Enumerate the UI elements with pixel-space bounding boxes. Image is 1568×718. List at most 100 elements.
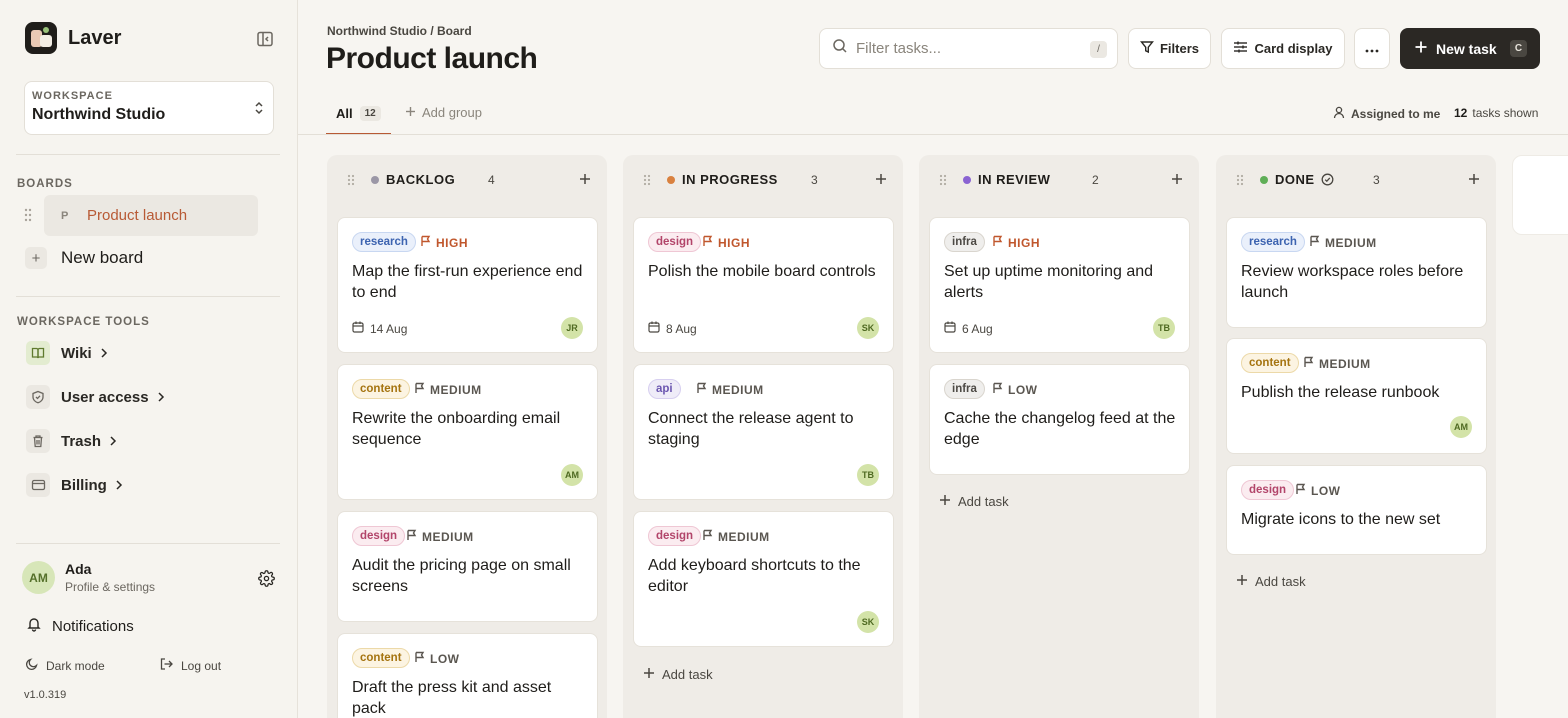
tag-badge[interactable]: content [1241,353,1299,373]
card-title: Migrate icons to the new set [1241,511,1441,528]
sidebar-item-billing[interactable]: Billing [26,473,123,497]
tag-badge[interactable]: content [352,648,410,668]
sidebar-item-product-launch[interactable]: P Product launch [44,195,258,236]
avatar[interactable]: TB [1153,317,1175,339]
tag-badge[interactable]: content [352,379,410,399]
drag-handle-icon[interactable] [643,173,651,191]
task-card[interactable]: api MEDIUM Connect the release agent to … [633,364,894,500]
notifications-label: Notifications [52,617,134,635]
task-card[interactable]: design HIGH Polish the mobile board cont… [633,217,894,353]
flag-icon [1295,483,1306,498]
tab-all[interactable]: All 12 [326,102,391,135]
sidebar-item-trash[interactable]: Trash [26,429,117,453]
filters-button[interactable]: Filters [1128,28,1211,69]
user-name: Ada [65,561,92,577]
avatar[interactable]: TB [857,464,879,486]
breadcrumb[interactable]: Northwind Studio / Board [327,24,472,38]
tag-badge[interactable]: design [1241,480,1295,500]
tag-badge[interactable]: research [1241,232,1305,252]
avatar[interactable]: SK [857,611,879,633]
avatar[interactable]: AM [1450,416,1472,438]
app-name: Laver [68,26,122,49]
assigned-to-me-filter[interactable]: Assigned to me [1333,106,1440,122]
sidebar-divider [16,296,280,297]
tabs-divider [298,134,1568,135]
priority-badge: MEDIUM [696,382,764,397]
chevron-right-icon [100,347,108,359]
dark-mode-toggle[interactable]: Dark mode [25,657,105,674]
search-input[interactable] [856,40,1076,57]
add-card-icon[interactable] [1468,172,1480,190]
task-card[interactable]: research MEDIUM Review workspace roles b… [1226,217,1487,328]
drag-handle-icon[interactable] [1236,173,1244,191]
workspace-switcher[interactable]: WORKSPACE Northwind Studio [24,81,274,135]
task-card[interactable]: infra LOW Cache the changelog feed at th… [929,364,1190,475]
add-task-button[interactable]: Add task [939,494,1009,509]
flag-icon [414,382,425,397]
due-date-label: 14 Aug [370,321,408,336]
user-profile[interactable]: AM Ada Profile & settings [22,561,155,594]
priority-label: LOW [1311,483,1341,498]
priority-label: MEDIUM [718,529,770,544]
plus-icon [1236,574,1248,589]
avatar[interactable]: JR [561,317,583,339]
avatar[interactable]: SK [857,317,879,339]
tag-badge[interactable]: design [352,526,406,546]
task-card[interactable]: infra HIGH Set up uptime monitoring and … [929,217,1190,353]
more-options-button[interactable] [1354,28,1390,69]
sidebar-item-wiki[interactable]: Wiki [26,341,108,365]
workspace-label: WORKSPACE [32,90,113,102]
add-group-button[interactable]: Add group [405,105,482,120]
add-card-icon[interactable] [875,172,887,190]
tag-badge[interactable]: design [648,232,702,252]
tag-badge[interactable]: research [352,232,416,252]
card-display-button[interactable]: Card display [1221,28,1345,69]
collapse-sidebar-icon[interactable] [254,28,276,50]
plus-icon [1414,40,1428,57]
priority-label: MEDIUM [1319,356,1371,371]
priority-badge: MEDIUM [406,529,474,544]
add-card-icon[interactable] [1171,172,1183,190]
notifications-button[interactable]: Notifications [26,616,134,636]
status-dot [667,176,675,184]
add-card-icon[interactable] [579,172,591,190]
task-card[interactable]: content MEDIUM Rewrite the onboarding em… [337,364,598,500]
priority-badge: LOW [414,651,460,666]
tag-badge[interactable]: design [648,526,702,546]
log-out-button[interactable]: Log out [159,657,221,674]
add-task-button[interactable]: Add task [643,667,713,682]
drag-handle-icon[interactable] [939,173,947,191]
task-card[interactable]: design MEDIUM Add keyboard shortcuts to … [633,511,894,647]
task-card[interactable]: design MEDIUM Audit the pricing page on … [337,511,598,622]
priority-label: LOW [430,651,460,666]
new-task-shortcut: C [1510,40,1527,57]
task-card[interactable]: content MEDIUM Publish the release runbo… [1226,338,1487,454]
plus-icon [405,105,416,120]
sidebar: Laver WORKSPACE Northwind Studio BOARDS … [0,0,298,718]
column-in-progress: IN PROGRESS 3 design HIGH Polish the mob… [623,155,903,718]
priority-badge: LOW [992,382,1038,397]
task-card[interactable]: design LOW Migrate icons to the new set [1226,465,1487,555]
sidebar-item-user-access[interactable]: User access [26,385,165,409]
status-dot [371,176,379,184]
drag-handle-icon[interactable] [24,208,32,222]
task-card[interactable]: content LOW Draft the press kit and asse… [337,633,598,718]
brand[interactable]: Laver [25,22,121,54]
tag-badge[interactable]: infra [944,232,985,252]
drag-handle-icon[interactable] [347,173,355,191]
column-title: IN PROGRESS [682,172,778,187]
moon-icon [25,657,39,674]
priority-badge: MEDIUM [702,529,770,544]
priority-label: MEDIUM [430,382,482,397]
task-card[interactable]: research HIGH Map the first-run experien… [337,217,598,353]
column-title: IN REVIEW [978,172,1051,187]
tag-badge[interactable]: infra [944,379,985,399]
add-task-button[interactable]: Add task [1236,574,1306,589]
search-box[interactable]: / [819,28,1118,69]
avatar[interactable]: AM [561,464,583,486]
column-title: DONE [1275,172,1315,187]
tag-badge[interactable]: api [648,379,681,399]
gear-icon[interactable] [258,570,275,592]
new-board-button[interactable]: + New board [25,247,143,269]
new-task-button[interactable]: New task C [1400,28,1540,69]
